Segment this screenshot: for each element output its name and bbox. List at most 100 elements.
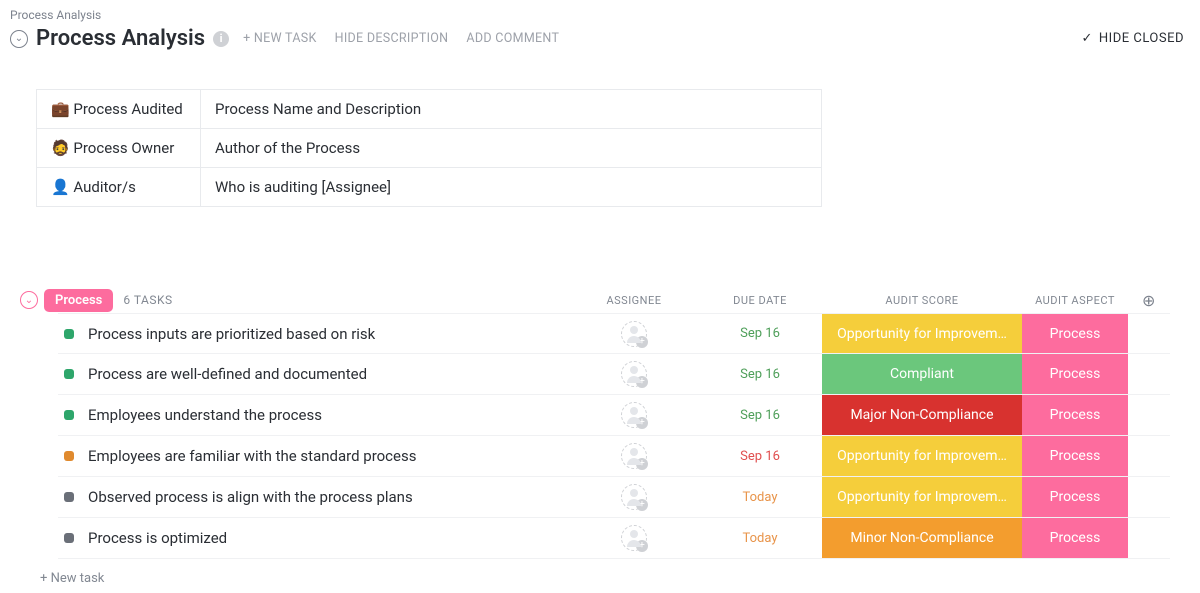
status-bullet[interactable] xyxy=(64,533,74,543)
task-row[interactable]: Process is optimized + TodayMinor Non-Comp… xyxy=(58,518,1170,559)
add-assignee-icon[interactable]: + xyxy=(636,499,648,511)
column-header-assignee[interactable]: ASSIGNEE xyxy=(570,294,698,307)
row-trailing-cell xyxy=(1128,436,1170,476)
description-row: 👤 Auditor/sWho is auditing [Assignee] xyxy=(37,168,822,207)
assignee-placeholder-icon[interactable]: + xyxy=(621,321,647,347)
audit-aspect-cell[interactable]: Process xyxy=(1022,354,1128,394)
add-assignee-icon[interactable]: + xyxy=(636,376,648,388)
task-title[interactable]: Process are well-defined and documented xyxy=(88,365,570,383)
audit-aspect-cell[interactable]: Process xyxy=(1022,477,1128,517)
audit-score-cell[interactable]: Opportunity for Improvem… xyxy=(822,436,1022,476)
description-value[interactable]: Author of the Process xyxy=(201,129,822,168)
audit-aspect-badge: Process xyxy=(1022,395,1128,435)
description-label[interactable]: 👤 Auditor/s xyxy=(37,168,201,207)
due-date-cell[interactable]: Today xyxy=(698,518,822,558)
new-task-row[interactable]: + New task xyxy=(20,559,1170,586)
add-assignee-icon[interactable]: + xyxy=(636,417,648,429)
description-label[interactable]: 🧔 Process Owner xyxy=(37,129,201,168)
audit-score-badge: Major Non-Compliance xyxy=(822,395,1022,435)
task-row[interactable]: Employees are familiar with the standard… xyxy=(58,436,1170,477)
task-row[interactable]: Process are well-defined and documented +… xyxy=(58,354,1170,395)
audit-score-badge: Opportunity for Improvem… xyxy=(822,477,1022,517)
audit-score-cell[interactable]: Minor Non-Compliance xyxy=(822,518,1022,558)
add-assignee-icon[interactable]: + xyxy=(636,458,648,470)
description-label[interactable]: 💼 Process Audited xyxy=(37,90,201,129)
status-bullet[interactable] xyxy=(64,329,74,339)
task-title[interactable]: Observed process is align with the proce… xyxy=(88,488,570,506)
assignee-cell[interactable]: + xyxy=(570,354,698,394)
assignee-cell[interactable]: + xyxy=(570,477,698,517)
task-section: ⌄ Process 6 TASKS ASSIGNEE DUE DATE AUDI… xyxy=(0,287,1200,586)
status-bullet[interactable] xyxy=(64,492,74,502)
audit-aspect-cell[interactable]: Process xyxy=(1022,395,1128,435)
assignee-cell[interactable]: + xyxy=(570,518,698,558)
status-pill[interactable]: Process xyxy=(44,289,113,312)
description-table: 💼 Process AuditedProcess Name and Descri… xyxy=(36,89,822,207)
assignee-placeholder-icon[interactable]: + xyxy=(621,443,647,469)
task-row[interactable]: Observed process is align with the proce… xyxy=(58,477,1170,518)
breadcrumb[interactable]: Process Analysis xyxy=(0,0,1200,22)
task-title[interactable]: Employees are familiar with the standard… xyxy=(88,447,570,465)
audit-aspect-cell[interactable]: Process xyxy=(1022,436,1128,476)
task-title[interactable]: Process is optimized xyxy=(88,529,570,547)
section-collapse-icon[interactable]: ⌄ xyxy=(20,291,38,309)
add-column-icon[interactable]: ⊕ xyxy=(1142,291,1156,310)
info-icon[interactable]: i xyxy=(213,31,229,47)
row-trailing-cell xyxy=(1128,314,1170,353)
hide-description-button[interactable]: HIDE DESCRIPTION xyxy=(335,31,449,46)
task-title[interactable]: Process inputs are prioritized based on … xyxy=(88,325,570,343)
audit-score-badge: Opportunity for Improvem… xyxy=(822,314,1022,353)
add-assignee-icon[interactable]: + xyxy=(636,336,648,348)
collapse-icon[interactable]: ⌄ xyxy=(10,30,28,48)
row-trailing-cell xyxy=(1128,395,1170,435)
audit-score-badge: Minor Non-Compliance xyxy=(822,518,1022,558)
description-value[interactable]: Process Name and Description xyxy=(201,90,822,129)
description-row: 💼 Process AuditedProcess Name and Descri… xyxy=(37,90,822,129)
due-date-cell[interactable]: Today xyxy=(698,477,822,517)
audit-aspect-badge: Process xyxy=(1022,436,1128,476)
new-task-button[interactable]: + NEW TASK xyxy=(243,31,317,46)
assignee-cell[interactable]: + xyxy=(570,395,698,435)
add-comment-button[interactable]: ADD COMMENT xyxy=(466,31,559,46)
description-value[interactable]: Who is auditing [Assignee] xyxy=(201,168,822,207)
assignee-placeholder-icon[interactable]: + xyxy=(621,402,647,428)
task-row[interactable]: Employees understand the process + Sep 16M… xyxy=(58,395,1170,436)
task-row[interactable]: Process inputs are prioritized based on … xyxy=(58,313,1170,354)
hide-closed-label: HIDE CLOSED xyxy=(1099,31,1184,46)
due-date-cell[interactable]: Sep 16 xyxy=(698,354,822,394)
row-trailing-cell xyxy=(1128,518,1170,558)
assignee-cell[interactable]: + xyxy=(570,436,698,476)
column-header-audit-aspect[interactable]: AUDIT ASPECT xyxy=(1022,294,1128,307)
column-header-audit-score[interactable]: AUDIT SCORE xyxy=(822,294,1022,307)
due-date-cell[interactable]: Sep 16 xyxy=(698,314,822,353)
audit-score-cell[interactable]: Major Non-Compliance xyxy=(822,395,1022,435)
audit-aspect-badge: Process xyxy=(1022,477,1128,517)
due-date-cell[interactable]: Sep 16 xyxy=(698,395,822,435)
audit-aspect-cell[interactable]: Process xyxy=(1022,314,1128,353)
audit-score-cell[interactable]: Compliant xyxy=(822,354,1022,394)
audit-aspect-badge: Process xyxy=(1022,518,1128,558)
assignee-placeholder-icon[interactable]: + xyxy=(621,525,647,551)
assignee-cell[interactable]: + xyxy=(570,314,698,353)
status-bullet[interactable] xyxy=(64,451,74,461)
description-row: 🧔 Process OwnerAuthor of the Process xyxy=(37,129,822,168)
task-list: Process inputs are prioritized based on … xyxy=(58,313,1170,559)
status-bullet[interactable] xyxy=(64,369,74,379)
audit-score-cell[interactable]: Opportunity for Improvem… xyxy=(822,314,1022,353)
assignee-placeholder-icon[interactable]: + xyxy=(621,361,647,387)
status-bullet[interactable] xyxy=(64,410,74,420)
audit-score-badge: Opportunity for Improvem… xyxy=(822,436,1022,476)
section-header: ⌄ Process 6 TASKS ASSIGNEE DUE DATE AUDI… xyxy=(20,287,1170,313)
audit-aspect-badge: Process xyxy=(1022,314,1128,353)
task-title[interactable]: Employees understand the process xyxy=(88,406,570,424)
column-header-due-date[interactable]: DUE DATE xyxy=(698,294,822,307)
check-icon: ✓ xyxy=(1082,31,1093,46)
hide-closed-toggle[interactable]: ✓ HIDE CLOSED xyxy=(1082,31,1191,46)
assignee-placeholder-icon[interactable]: + xyxy=(621,484,647,510)
audit-score-cell[interactable]: Opportunity for Improvem… xyxy=(822,477,1022,517)
due-date-cell[interactable]: Sep 16 xyxy=(698,436,822,476)
audit-aspect-cell[interactable]: Process xyxy=(1022,518,1128,558)
row-trailing-cell xyxy=(1128,354,1170,394)
add-assignee-icon[interactable]: + xyxy=(636,540,648,552)
audit-score-badge: Compliant xyxy=(822,354,1022,394)
